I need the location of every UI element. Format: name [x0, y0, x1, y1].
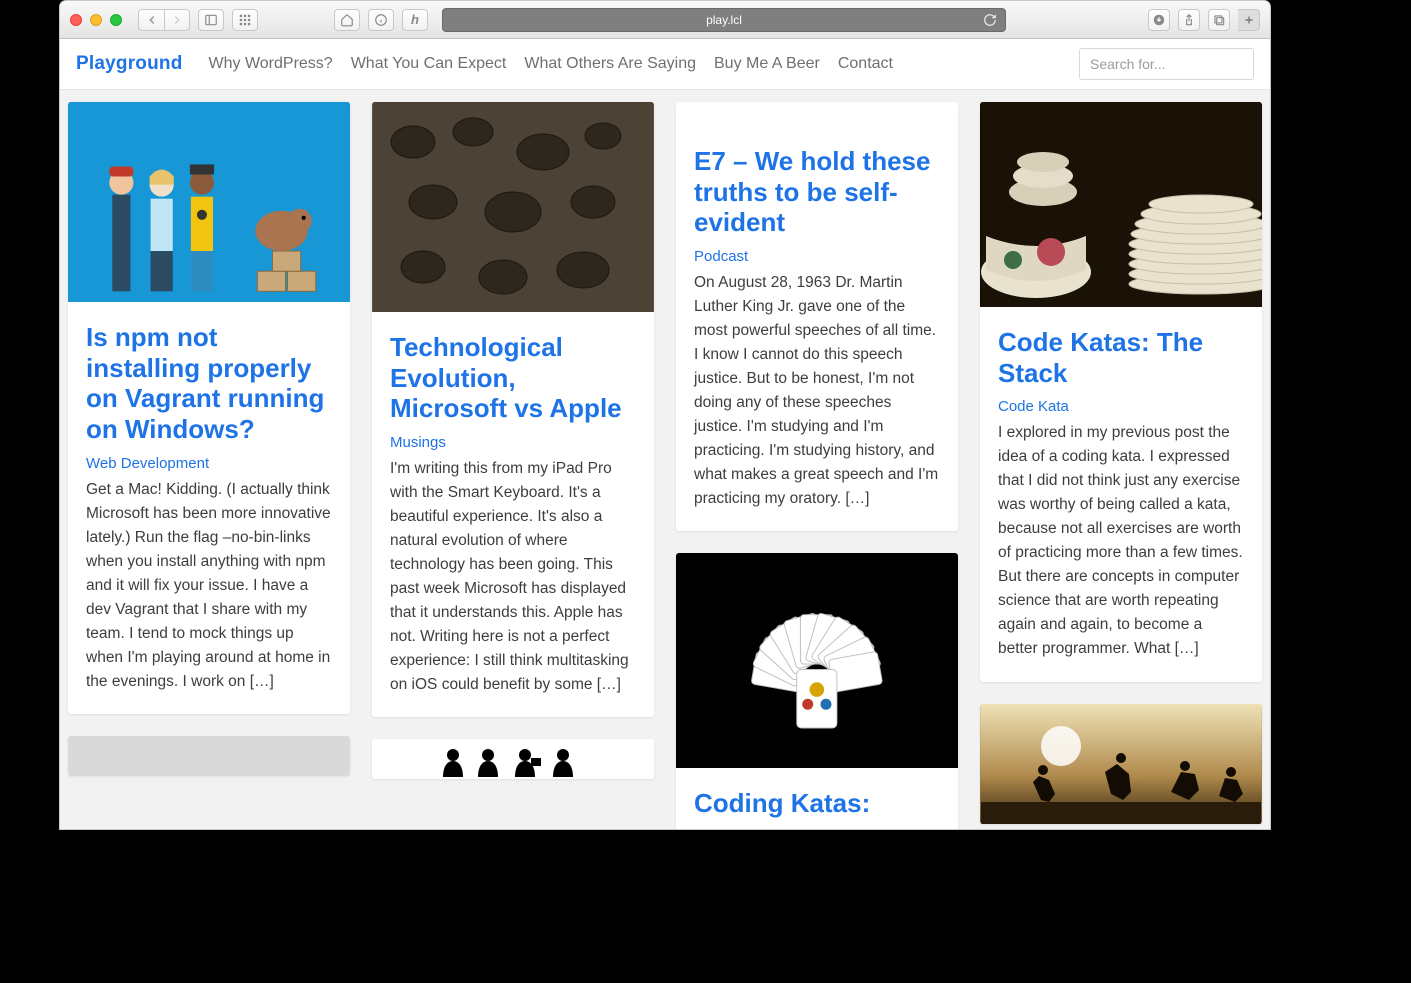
browser-toolbar: h play.lcl — [60, 1, 1270, 39]
grid-col-4: Code Katas: The Stack Code Kata I explor… — [980, 102, 1262, 829]
extension-button[interactable]: h — [402, 9, 428, 31]
sidebar-button[interactable] — [198, 9, 224, 31]
share-icon — [1182, 13, 1196, 27]
post-image — [372, 102, 654, 312]
post-card-fragment-2[interactable] — [372, 739, 654, 779]
playing-cards-icon — [697, 569, 937, 752]
sitestatus-button[interactable] — [368, 9, 394, 31]
post-title[interactable]: Coding Katas: — [694, 788, 940, 819]
page-content: Playground Why WordPress? What You Can E… — [60, 39, 1270, 829]
grid-col-3: E7 – We hold these truths to be self-evi… — [676, 102, 958, 829]
post-image — [980, 704, 1262, 824]
url-text: play.lcl — [706, 13, 742, 27]
post-category[interactable]: Web Development — [86, 455, 332, 472]
post-image — [676, 553, 958, 768]
post-card-stack[interactable]: Code Katas: The Stack Code Kata I explor… — [980, 102, 1262, 682]
zoom-window-button[interactable] — [110, 14, 122, 26]
nav-buy-beer[interactable]: Buy Me A Beer — [714, 55, 820, 73]
site-logo[interactable]: Playground — [76, 53, 183, 75]
forward-button[interactable] — [164, 9, 190, 31]
nav-what-others-say[interactable]: What Others Are Saying — [524, 55, 696, 73]
tabs-icon — [1212, 13, 1226, 27]
topsites-button[interactable] — [232, 9, 258, 31]
site-header: Playground Why WordPress? What You Can E… — [60, 39, 1270, 90]
post-excerpt: On August 28, 1963 Dr. Martin Luther Kin… — [694, 271, 940, 511]
chevron-right-icon — [170, 13, 184, 27]
search-input[interactable] — [1079, 48, 1254, 80]
post-category[interactable]: Musings — [390, 434, 636, 451]
npm-illustration-icon — [68, 102, 350, 302]
new-tab-button[interactable] — [1238, 9, 1260, 31]
post-excerpt: I explored in my previous post the idea … — [998, 421, 1244, 661]
nav-why-wordpress[interactable]: Why WordPress? — [209, 55, 333, 73]
jumping-silhouettes-icon — [980, 704, 1262, 824]
browser-window: h play.lcl Playground Why WordPress? — [59, 0, 1271, 830]
nav-contact[interactable]: Contact — [838, 55, 893, 73]
post-excerpt: I'm writing this from my iPad Pro with t… — [390, 457, 636, 697]
home-button[interactable] — [334, 9, 360, 31]
post-title[interactable]: Technological Evolution, Microsoft vs Ap… — [390, 332, 636, 424]
nav-back-forward — [138, 9, 190, 31]
downloads-button[interactable] — [1148, 9, 1170, 31]
post-excerpt: Get a Mac! Kidding. (I actually think Mi… — [86, 478, 332, 694]
grid-col-1: Is npm not installing properly on Vagran… — [68, 102, 350, 829]
reload-icon[interactable] — [983, 13, 997, 27]
plus-icon — [1242, 13, 1256, 27]
post-card-insertion[interactable]: Coding Katas: — [676, 553, 958, 829]
post-title[interactable]: Is npm not installing properly on Vagran… — [86, 322, 332, 445]
post-image — [68, 736, 350, 776]
nav-what-expect[interactable]: What You Can Expect — [351, 55, 507, 73]
grid-icon — [238, 13, 252, 27]
share-button[interactable] — [1178, 9, 1200, 31]
post-image — [68, 102, 350, 302]
info-icon — [374, 13, 388, 27]
tabs-button[interactable] — [1208, 9, 1230, 31]
post-grid: Is npm not installing properly on Vagran… — [60, 90, 1270, 829]
honey-icon: h — [411, 12, 419, 27]
close-window-button[interactable] — [70, 14, 82, 26]
address-bar[interactable]: play.lcl — [442, 8, 1006, 32]
grid-col-2: Technological Evolution, Microsoft vs Ap… — [372, 102, 654, 829]
fossils-image-icon — [372, 102, 654, 312]
post-image — [980, 102, 1262, 307]
dishes-image-icon — [980, 102, 1262, 307]
post-title[interactable]: E7 – We hold these truths to be self-evi… — [694, 146, 940, 238]
post-category[interactable]: Code Kata — [998, 398, 1244, 415]
download-icon — [1152, 13, 1166, 27]
post-category[interactable]: Podcast — [694, 248, 940, 265]
back-button[interactable] — [138, 9, 164, 31]
main-nav: Why WordPress? What You Can Expect What … — [209, 55, 893, 73]
post-card-fragment-3[interactable] — [980, 704, 1262, 824]
post-card-npm[interactable]: Is npm not installing properly on Vagran… — [68, 102, 350, 714]
post-card-fragment-1[interactable] — [68, 736, 350, 776]
minimize-window-button[interactable] — [90, 14, 102, 26]
post-card-e7[interactable]: E7 – We hold these truths to be self-evi… — [676, 102, 958, 531]
post-card-tech[interactable]: Technological Evolution, Microsoft vs Ap… — [372, 102, 654, 717]
post-image — [372, 739, 654, 779]
post-title[interactable]: Code Katas: The Stack — [998, 327, 1244, 388]
chevron-left-icon — [145, 13, 159, 27]
window-controls — [70, 14, 122, 26]
home-icon — [340, 13, 354, 27]
silhouettes-icon — [423, 743, 603, 779]
sidebar-icon — [204, 13, 218, 27]
